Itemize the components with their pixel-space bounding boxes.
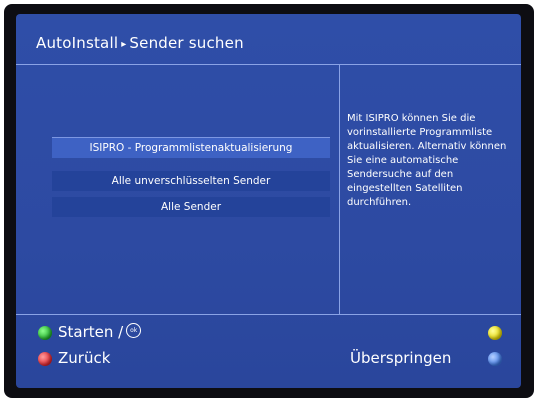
yellow-button-icon[interactable] bbox=[488, 326, 502, 340]
breadcrumb-autoinstall: AutoInstall bbox=[36, 34, 119, 52]
green-button-icon[interactable] bbox=[38, 326, 52, 340]
breadcrumb-sender-suchen: Sender suchen bbox=[129, 34, 244, 52]
option-unencrypted-channels[interactable]: Alle unverschlüsselten Sender bbox=[52, 171, 330, 191]
blue-button-icon[interactable] bbox=[488, 352, 502, 366]
back-label[interactable]: Zurück bbox=[58, 349, 110, 367]
start-label-text: Starten / bbox=[58, 323, 124, 341]
header: AutoInstall ▸ Sender suchen bbox=[16, 14, 521, 65]
skip-label[interactable]: Überspringen bbox=[350, 349, 451, 367]
start-label[interactable]: Starten / ok bbox=[58, 323, 142, 341]
breadcrumb: AutoInstall ▸ Sender suchen bbox=[36, 34, 244, 52]
option-all-channels[interactable]: Alle Sender bbox=[52, 197, 330, 217]
breadcrumb-arrow-icon: ▸ bbox=[121, 39, 127, 50]
divider-vertical bbox=[339, 64, 340, 314]
screen: AutoInstall ▸ Sender suchen ISIPRO - Progr… bbox=[16, 14, 521, 388]
help-text: Mit ISIPRO können Sie die vorinstalliert… bbox=[347, 113, 507, 208]
option-isipro[interactable]: ISIPRO - Programmlistenaktualisierung bbox=[52, 137, 330, 158]
ok-icon: ok bbox=[126, 323, 142, 338]
divider-horizontal bbox=[16, 314, 521, 315]
red-button-icon[interactable] bbox=[38, 352, 52, 366]
